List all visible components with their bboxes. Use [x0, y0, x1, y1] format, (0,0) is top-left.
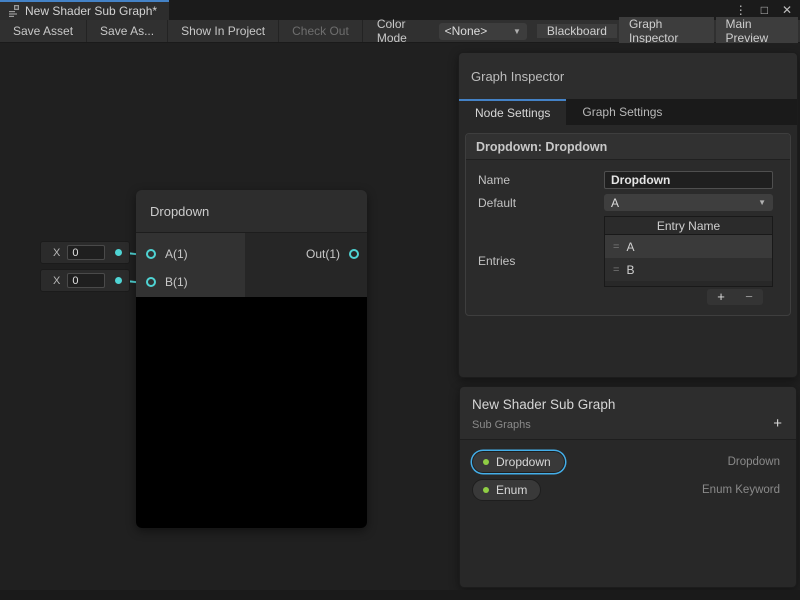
- show-in-project-button[interactable]: Show In Project: [168, 20, 279, 42]
- entry-name: A: [626, 240, 634, 254]
- inspector-tab-bar: Node Settings Graph Settings: [459, 99, 797, 125]
- main-preview-toggle-button[interactable]: Main Preview: [716, 17, 798, 45]
- default-label: Default: [478, 196, 604, 210]
- graph-inspector-panel: Graph Inspector Node Settings Graph Sett…: [458, 52, 798, 378]
- graph-inspector-header[interactable]: Graph Inspector: [459, 53, 797, 99]
- entries-table-header: Entry Name: [605, 217, 772, 235]
- shader-graph-asset-icon: [8, 5, 20, 17]
- save-asset-button[interactable]: Save Asset: [0, 20, 87, 42]
- graph-inspector-toggle-button[interactable]: Graph Inspector: [619, 17, 714, 45]
- drag-handle-icon[interactable]: =: [613, 264, 618, 276]
- entry-row-b[interactable]: = B: [605, 258, 772, 281]
- entries-table: Entry Name = A = B: [604, 216, 773, 287]
- drag-handle-icon[interactable]: =: [613, 241, 618, 253]
- output-port[interactable]: [349, 249, 359, 259]
- node-title: Dropdown: [150, 204, 209, 219]
- name-label: Name: [478, 173, 604, 187]
- card-body: Name Default A ▼: [466, 160, 790, 315]
- graph-inspector-title: Graph Inspector: [471, 69, 564, 84]
- dropdown-settings-card: Dropdown: Dropdown Name Default A ▼: [465, 133, 791, 316]
- add-property-button[interactable]: +: [773, 416, 782, 431]
- color-mode-dropdown[interactable]: <None> ▼: [439, 23, 527, 40]
- entry-name: B: [626, 263, 634, 277]
- entries-row: Entries Entry Name = A =: [478, 216, 773, 305]
- remove-entry-button[interactable]: −: [735, 289, 763, 305]
- property-dot-icon: [483, 487, 489, 493]
- blackboard-subtitle: Sub Graphs: [472, 419, 784, 431]
- node-input-section: A(1) B(1): [136, 233, 245, 297]
- blackboard-row-dropdown: Dropdown Dropdown: [460, 448, 796, 476]
- tab-title: New Shader Sub Graph*: [25, 4, 157, 18]
- value-a-port-dot[interactable]: [115, 249, 122, 256]
- entries-table-footer: [605, 281, 772, 286]
- port-row-out: Out(1): [245, 240, 367, 268]
- property-name: Enum: [496, 483, 527, 497]
- entries-button-bar: + −: [707, 289, 763, 305]
- x-component-label: X: [53, 275, 60, 287]
- node-output-section: Out(1): [245, 233, 367, 297]
- default-field-row: Default A ▼: [478, 194, 773, 211]
- toolbar: Save Asset Save As... Show In Project Ch…: [0, 20, 800, 43]
- output-port-label: Out(1): [306, 247, 340, 261]
- blackboard-row-enum: Enum Enum Keyword: [460, 476, 796, 504]
- blackboard-header[interactable]: New Shader Sub Graph Sub Graphs +: [460, 387, 796, 440]
- value-a-input[interactable]: [67, 245, 105, 260]
- blackboard-panel: New Shader Sub Graph Sub Graphs + Dropdo…: [459, 386, 797, 588]
- blackboard-toggle-button[interactable]: Blackboard: [537, 24, 617, 38]
- inspector-content: Dropdown: Dropdown Name Default A ▼: [459, 125, 797, 324]
- entries-label: Entries: [478, 254, 604, 268]
- property-type: Dropdown: [728, 456, 780, 468]
- node-body: A(1) B(1) Out(1): [136, 233, 367, 297]
- color-mode-label: Color Mode: [363, 17, 439, 45]
- property-type: Enum Keyword: [702, 484, 780, 496]
- blackboard-title: New Shader Sub Graph: [472, 397, 784, 412]
- port-row-a: A(1): [136, 240, 245, 268]
- port-row-b: B(1): [136, 268, 245, 296]
- tab-new-shader-sub-graph[interactable]: New Shader Sub Graph*: [0, 0, 169, 20]
- tab-node-settings[interactable]: Node Settings: [459, 99, 566, 125]
- graph-canvas[interactable]: X X Dropdown A(1) B: [0, 43, 800, 590]
- input-port-b-label: B(1): [165, 275, 188, 289]
- window-bottom-edge: [0, 590, 800, 600]
- property-name: Dropdown: [496, 455, 551, 469]
- input-value-widget-a: X: [40, 241, 130, 264]
- name-input[interactable]: [604, 171, 773, 189]
- property-dot-icon: [483, 459, 489, 465]
- default-value: A: [611, 196, 619, 210]
- node-title-bar[interactable]: Dropdown: [136, 190, 367, 233]
- dropdown-node[interactable]: Dropdown A(1) B(1) Out(1): [136, 190, 367, 528]
- property-pill-dropdown[interactable]: Dropdown: [472, 451, 565, 473]
- chevron-down-icon: ▼: [513, 27, 521, 36]
- value-b-port-dot[interactable]: [115, 277, 122, 284]
- save-as-button[interactable]: Save As...: [87, 20, 168, 42]
- tab-graph-settings[interactable]: Graph Settings: [566, 99, 678, 125]
- x-component-label: X: [53, 247, 60, 259]
- name-field-row: Name: [478, 171, 773, 189]
- card-title: Dropdown: Dropdown: [466, 134, 790, 160]
- blackboard-items: Dropdown Dropdown Enum Enum Keyword: [460, 440, 796, 512]
- add-entry-button[interactable]: +: [707, 289, 735, 305]
- input-value-widget-b: X: [40, 269, 130, 292]
- input-port-a[interactable]: [146, 249, 156, 259]
- color-mode-value: <None>: [445, 24, 488, 38]
- node-preview: [136, 297, 367, 528]
- unity-shader-graph-window: New Shader Sub Graph* ⋮ □ ✕ Save Asset S…: [0, 0, 800, 600]
- toolbar-right-group: Color Mode <None> ▼ Blackboard Graph Ins…: [363, 20, 800, 42]
- input-port-a-label: A(1): [165, 247, 188, 261]
- check-out-button[interactable]: Check Out: [279, 20, 363, 42]
- default-dropdown[interactable]: A ▼: [604, 194, 773, 211]
- property-pill-enum[interactable]: Enum: [472, 479, 541, 501]
- input-port-b[interactable]: [146, 277, 156, 287]
- value-b-input[interactable]: [67, 273, 105, 288]
- chevron-down-icon: ▼: [758, 198, 766, 207]
- entries-buttons-row: + −: [604, 289, 773, 305]
- entry-row-a[interactable]: = A: [605, 235, 772, 258]
